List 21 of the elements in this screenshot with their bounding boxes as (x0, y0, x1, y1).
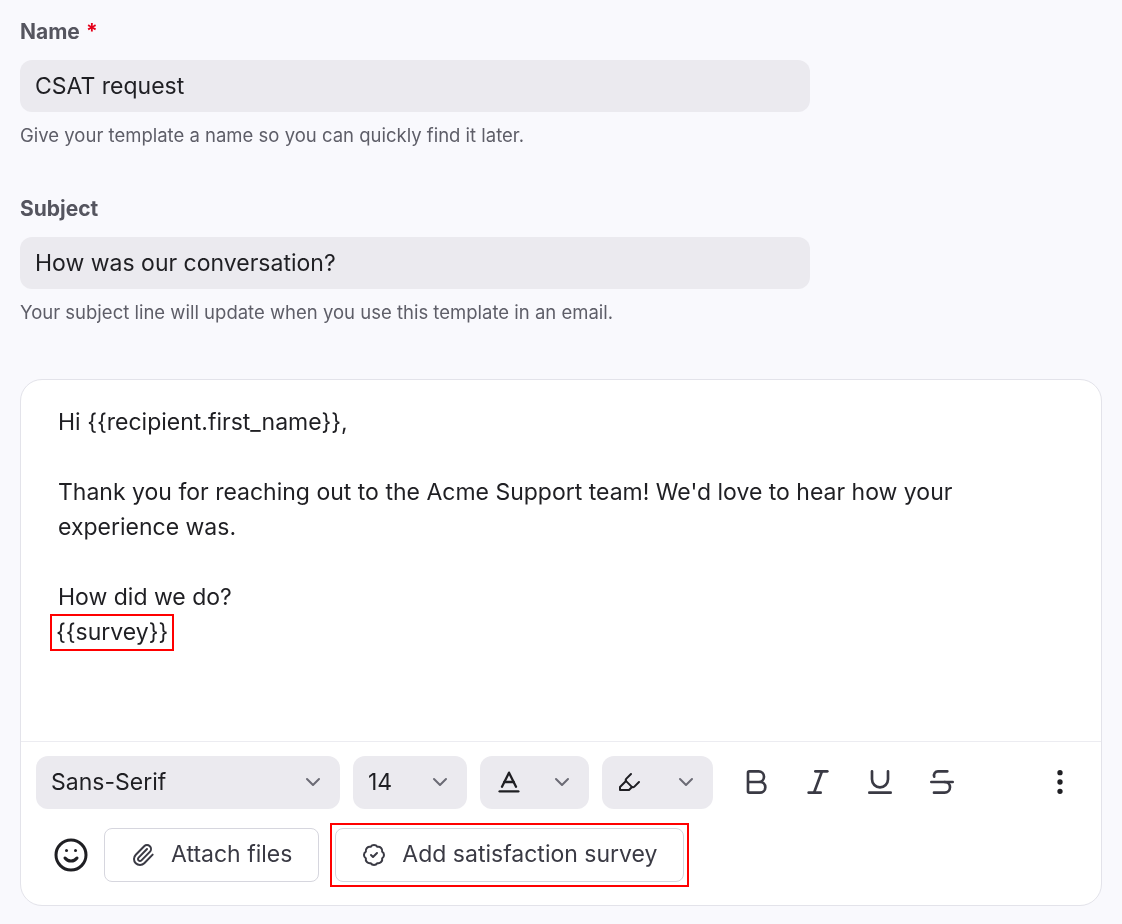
body-text: {{survey}} (52, 615, 173, 649)
help-text: Your subject line will update when you use this template in an email. (20, 299, 615, 325)
help-text: Give your template a name so you can quickly find it later. (20, 122, 525, 148)
text-input-field[interactable]: How was our conversation? (20, 236, 810, 289)
required-mark: * (85, 18, 98, 46)
text-color-button[interactable] (480, 755, 589, 809)
body-text: How did we do? (58, 582, 232, 611)
action-button[interactable]: Attach files (104, 827, 320, 882)
highlighter-icon (617, 770, 641, 794)
text-input-field[interactable]: CSAT request (20, 59, 810, 112)
emoji-icon[interactable] (53, 836, 89, 873)
highlight-color-button[interactable] (602, 755, 713, 809)
size-select[interactable]: 14 (353, 755, 467, 809)
action-button[interactable]: Add satisfaction survey (335, 827, 685, 882)
body-text: Hi {{recipient.first_name}}, (58, 407, 348, 436)
body-text: Thank you for reaching out to the Acme Support team! We'd love to hear how your experience was. (58, 477, 953, 541)
field-label: Name (20, 18, 80, 46)
badge-check-icon (362, 842, 387, 867)
font-select[interactable]: Sans-Serif (36, 755, 340, 809)
paperclip-icon (131, 842, 155, 867)
field-label: Subject (20, 195, 99, 224)
